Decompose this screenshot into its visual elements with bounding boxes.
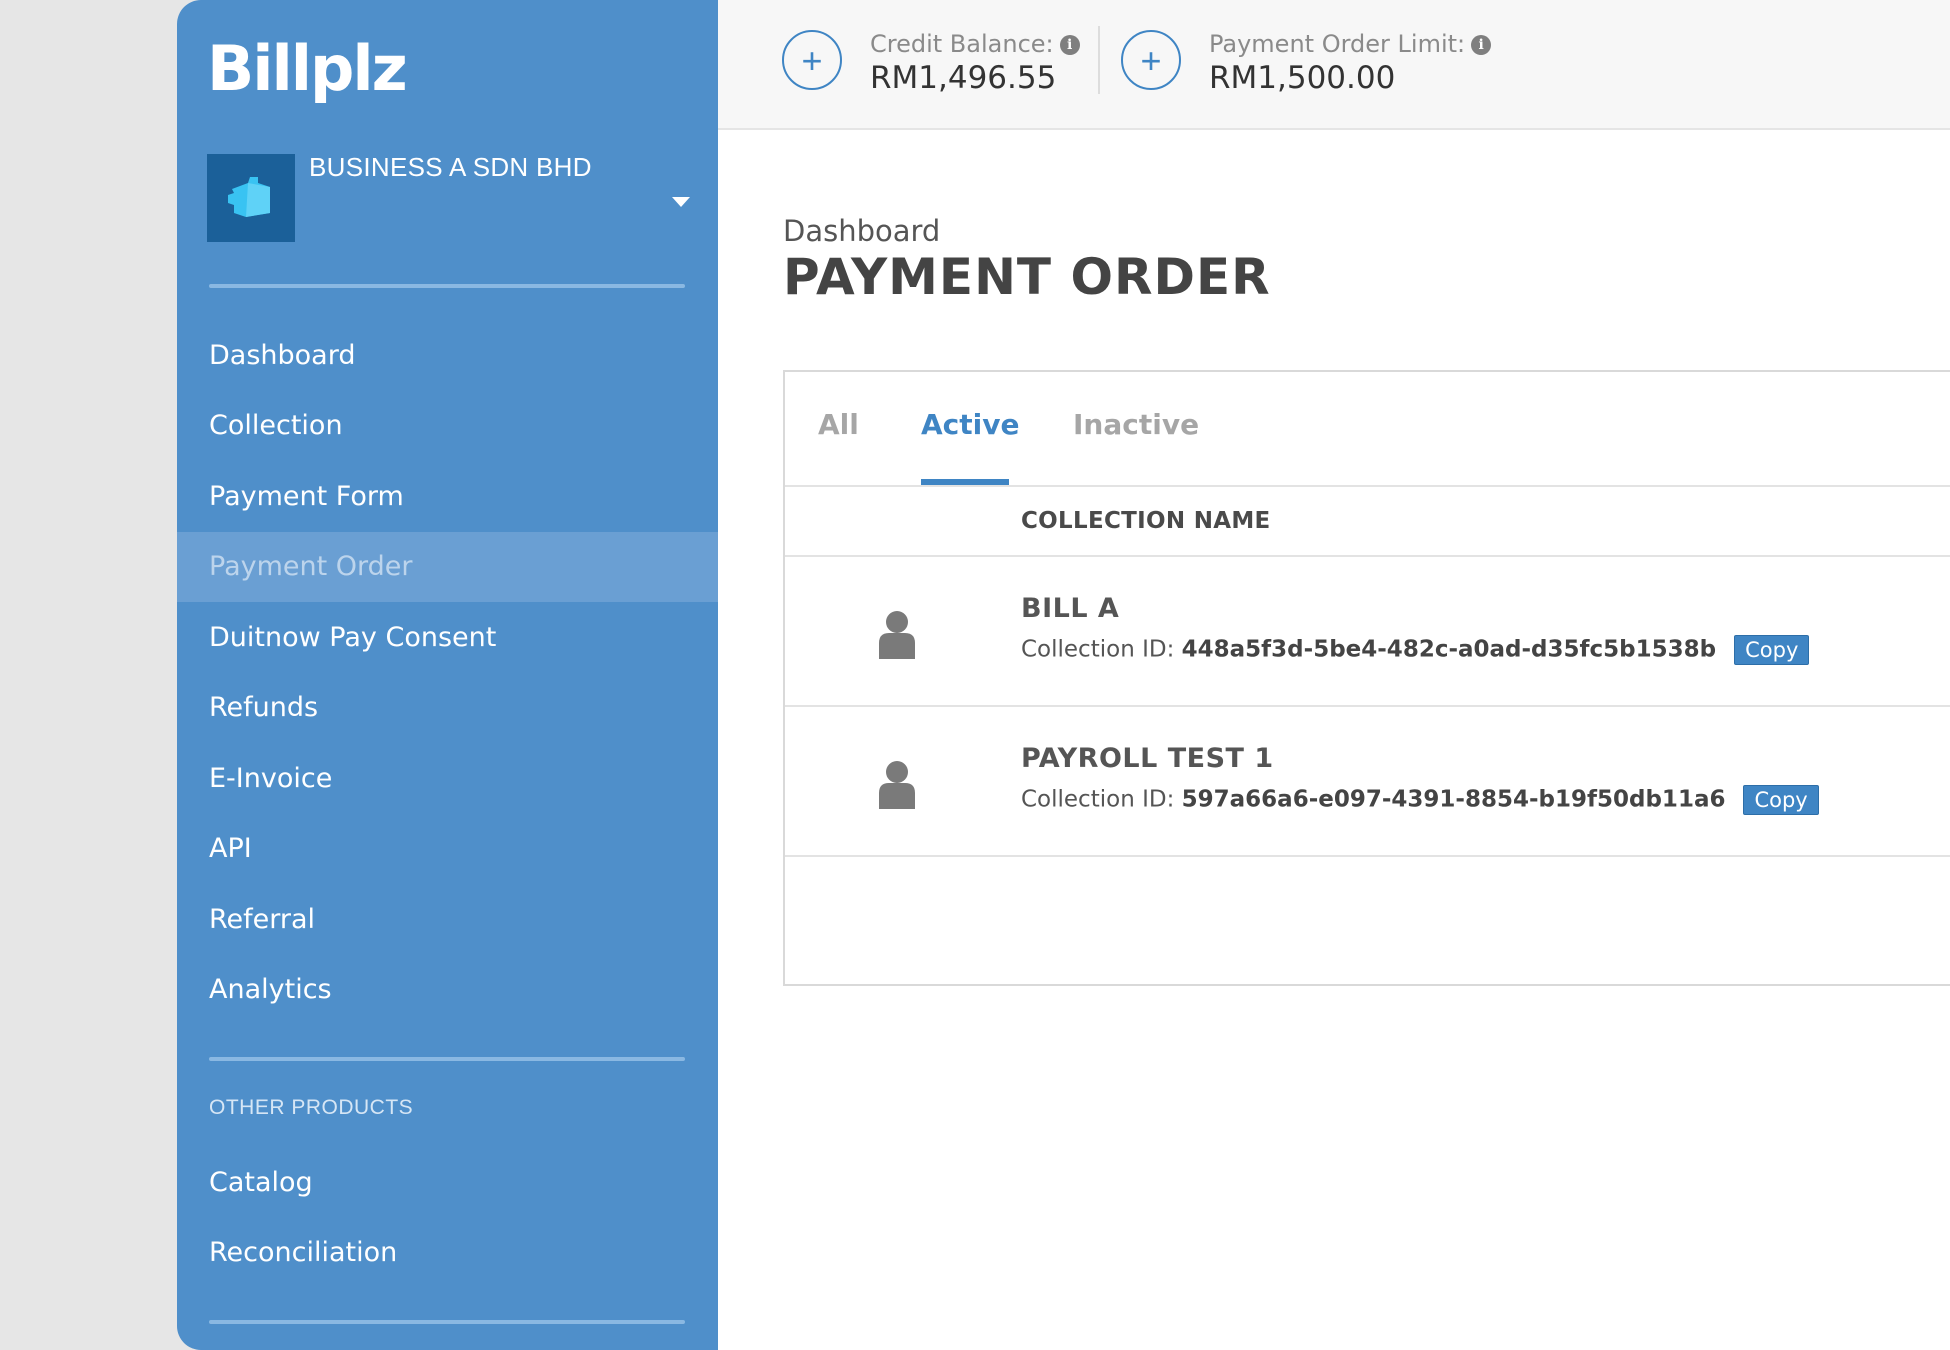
sidebar: Billplz BUSINESS A SDN BHD Dashboard Col… (177, 0, 718, 1350)
collection-id-value: 597a66a6-e097-4391-8854-b19f50db11a6 (1181, 786, 1726, 813)
sidebar-divider (209, 1057, 685, 1061)
plus-icon: + (1140, 40, 1162, 81)
payment-order-limit-label: Payment Order Limit: (1209, 30, 1466, 58)
business-name: BUSINESS A SDN BHD (309, 152, 592, 182)
collection-id-label: Collection ID: (1021, 786, 1175, 813)
business-avatar (207, 154, 295, 242)
table-row[interactable]: BILL A Collection ID: 448a5f3d-5be4-482c… (785, 557, 1950, 705)
info-icon[interactable]: i (1059, 35, 1080, 55)
collection-id-line: Collection ID: 597a66a6-e097-4391-8854-b… (1021, 785, 1819, 815)
credit-balance-label: Credit Balance: (870, 30, 1054, 58)
add-payment-order-limit-button[interactable]: + (1121, 30, 1181, 90)
info-icon[interactable]: i (1471, 35, 1492, 55)
divider (785, 855, 1950, 857)
collection-name: BILL A (1021, 593, 1120, 624)
sidebar-item-e-invoice[interactable]: E-Invoice (177, 744, 718, 814)
top-bar: + Credit Balance: i RM1,496.55 + Payment … (718, 0, 1950, 130)
sidebar-item-collection[interactable]: Collection (177, 391, 718, 461)
sidebar-item-reconciliation[interactable]: Reconciliation (177, 1218, 718, 1288)
add-credit-button[interactable]: + (782, 30, 842, 90)
credit-balance-value: RM1,496.55 (870, 60, 1057, 96)
sidebar-item-api[interactable]: API (177, 814, 718, 884)
collection-id-line: Collection ID: 448a5f3d-5be4-482c-a0ad-d… (1021, 635, 1810, 665)
sidebar-item-analytics[interactable]: Analytics (177, 955, 718, 1025)
tab-active[interactable]: Active (921, 408, 1020, 441)
credit-balance-label-group: Credit Balance: i (870, 30, 1080, 58)
sidebar-item-referral[interactable]: Referral (177, 885, 718, 955)
sidebar-item-refunds[interactable]: Refunds (177, 673, 718, 743)
other-products-heading: OTHER PRODUCTS (209, 1096, 414, 1119)
sidebar-divider (209, 284, 685, 288)
payment-order-panel: All Active Inactive COLLECTION NAME BILL… (783, 370, 1950, 986)
business-switcher[interactable]: BUSINESS A SDN BHD (207, 152, 690, 242)
divider (785, 485, 1950, 487)
table-row[interactable]: PAYROLL TEST 1 Collection ID: 597a66a6-e… (785, 707, 1950, 855)
user-icon (879, 611, 915, 659)
billplz-logo[interactable]: Billplz (207, 32, 408, 105)
sidebar-divider (209, 1320, 685, 1324)
sidebar-item-payment-form[interactable]: Payment Form (177, 462, 718, 532)
copy-button[interactable]: Copy (1734, 635, 1810, 665)
sidebar-item-dashboard[interactable]: Dashboard (177, 321, 718, 391)
page-title: PAYMENT ORDER (783, 248, 1271, 306)
sidebar-item-payment-order[interactable]: Payment Order (177, 532, 718, 602)
collection-id-value: 448a5f3d-5be4-482c-a0ad-d35fc5b1538b (1181, 636, 1717, 663)
chevron-down-icon[interactable] (672, 197, 690, 207)
tab-inactive[interactable]: Inactive (1073, 408, 1199, 441)
column-header-collection-name: COLLECTION NAME (1021, 508, 1271, 534)
tab-all[interactable]: All (818, 408, 859, 441)
collection-id-label: Collection ID: (1021, 636, 1175, 663)
sidebar-item-catalog[interactable]: Catalog (177, 1148, 718, 1218)
puzzle-icon (228, 177, 270, 217)
user-icon (879, 761, 915, 809)
copy-button[interactable]: Copy (1743, 785, 1819, 815)
sidebar-item-duitnow-pay-consent[interactable]: Duitnow Pay Consent (177, 603, 718, 673)
payment-order-limit-label-group: Payment Order Limit: i (1209, 30, 1492, 58)
breadcrumb[interactable]: Dashboard (783, 214, 940, 248)
plus-icon: + (801, 40, 823, 81)
collection-name: PAYROLL TEST 1 (1021, 743, 1274, 774)
payment-order-limit-value: RM1,500.00 (1209, 60, 1396, 96)
topbar-divider (1098, 26, 1100, 94)
